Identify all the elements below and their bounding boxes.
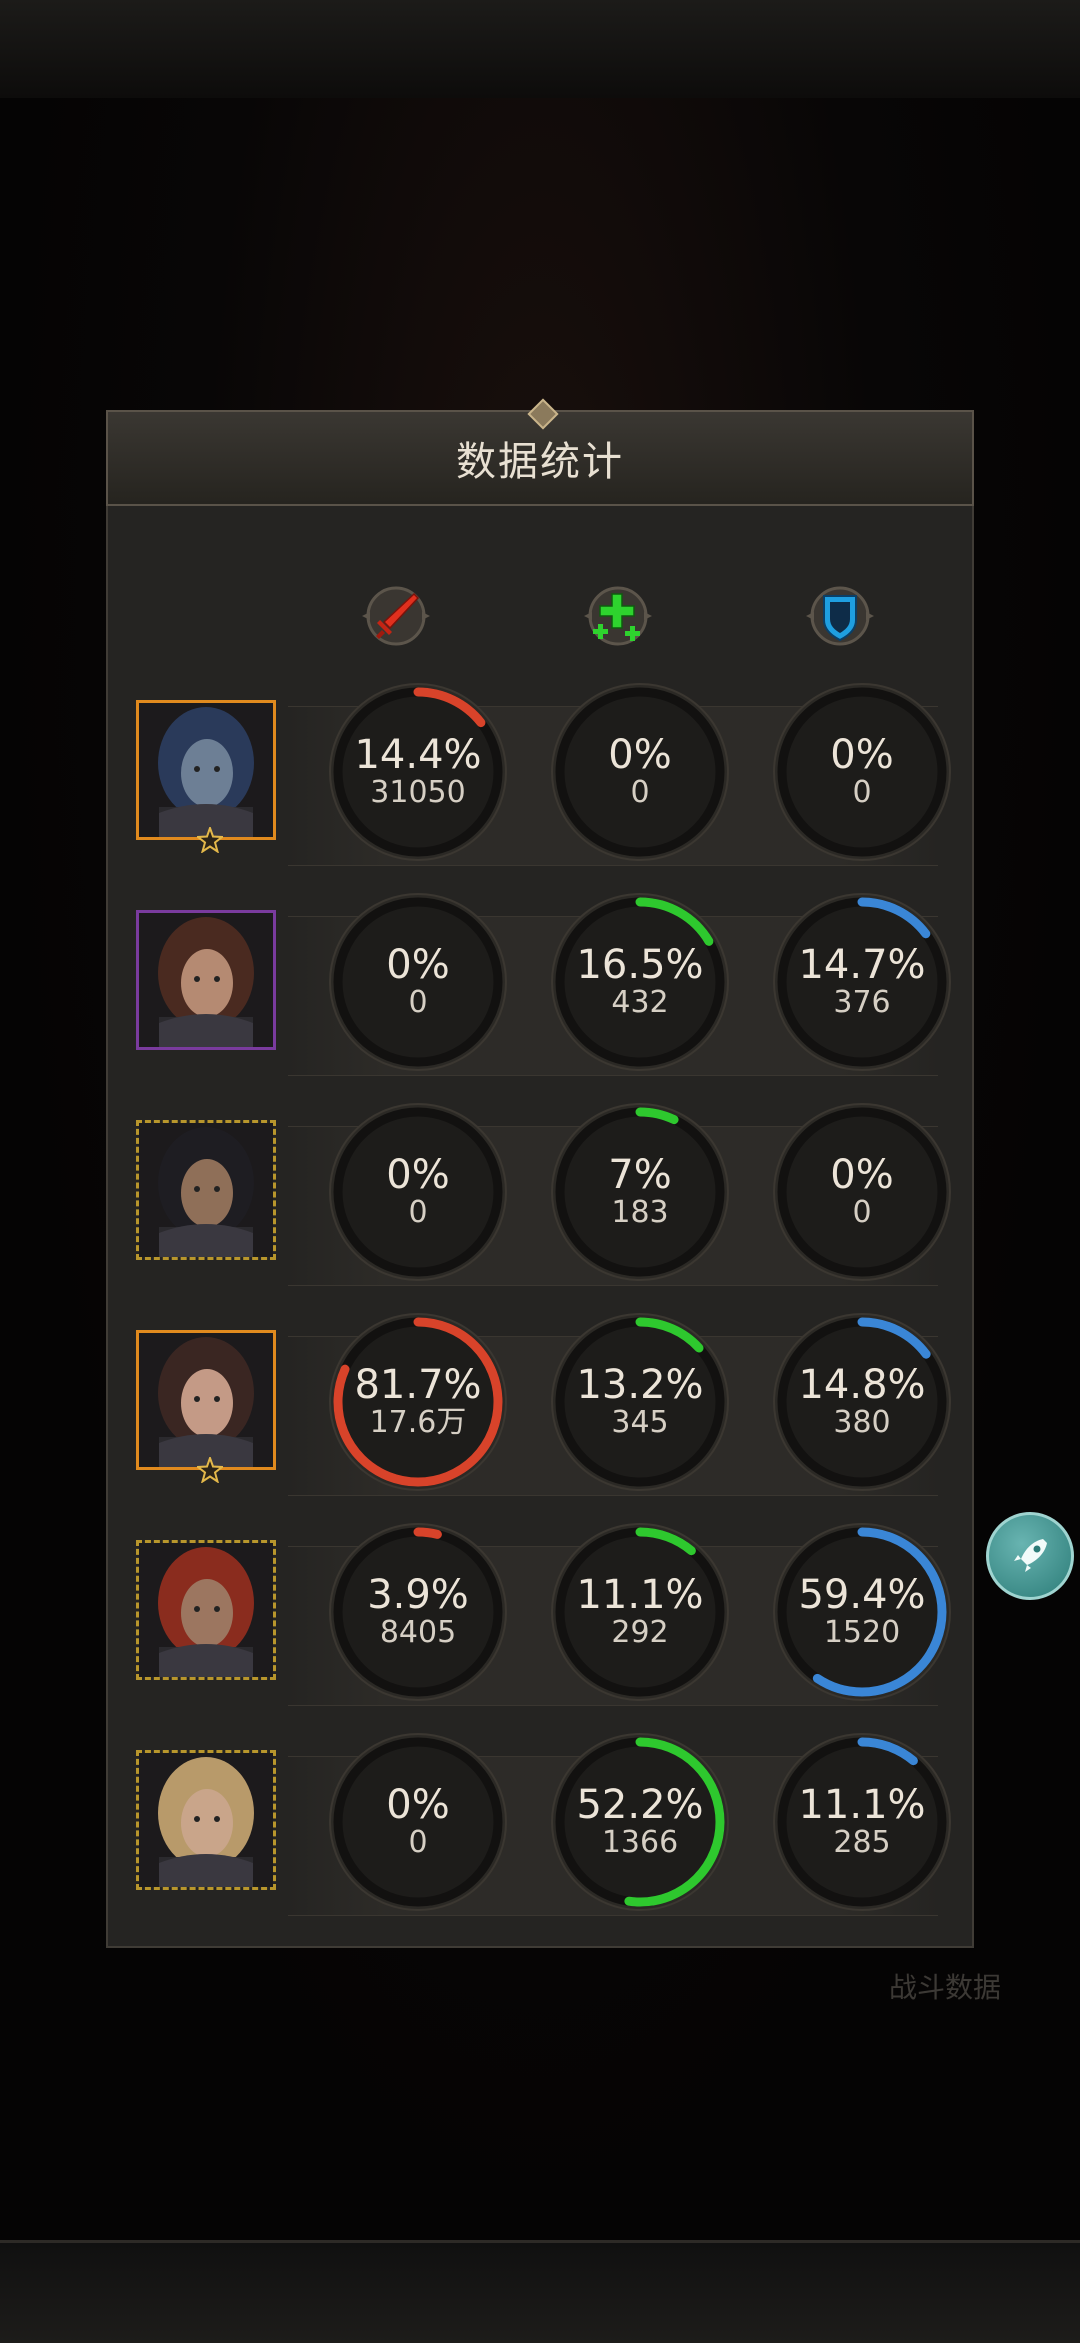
rocket-icon (1014, 1539, 1047, 1572)
stat-value: 0 (852, 775, 872, 810)
stat-value: 0 (852, 1195, 872, 1230)
stats-panel: 数据统计 14.4% 31050 0% 0 0% 0 0% 0 16.5% 43… (106, 398, 974, 1948)
stat-percent: 14.7% (798, 942, 926, 988)
hero-portrait[interactable] (136, 910, 276, 1050)
stat-percent: 0% (830, 732, 894, 778)
hero-row: 0% 0 7% 183 0% 0 (126, 1103, 956, 1308)
stat-value: 1520 (823, 1615, 901, 1650)
tank-stat-ring: 0% 0 (772, 682, 952, 862)
star-icon (197, 1457, 223, 1483)
stat-value: 8405 (379, 1615, 457, 1650)
hero-portrait[interactable] (136, 700, 276, 853)
stat-percent: 11.1% (576, 1572, 704, 1618)
heal-stat-ring: 0% 0 (550, 682, 730, 862)
stat-percent: 0% (386, 942, 450, 988)
damage-stat-ring: 0% 0 (328, 1102, 508, 1282)
top-decorative-bar (0, 0, 1080, 101)
hero-portrait[interactable] (136, 1750, 276, 1890)
tank-stat-ring: 59.4% 1520 (772, 1522, 952, 1702)
stat-value: 0 (408, 1195, 428, 1230)
stat-value: 0 (408, 985, 428, 1020)
stat-percent: 0% (386, 1782, 450, 1828)
stat-percent: 59.4% (798, 1572, 926, 1618)
damage-column-header (356, 576, 436, 656)
stat-percent: 0% (386, 1152, 450, 1198)
stat-value: 376 (833, 985, 891, 1020)
heal-stat-ring: 52.2% 1366 (550, 1732, 730, 1912)
star-icon (197, 827, 223, 853)
damage-stat-ring: 14.4% 31050 (328, 682, 508, 862)
stat-value: 183 (611, 1195, 669, 1230)
tank-stat-ring: 14.7% 376 (772, 892, 952, 1072)
damage-stat-ring: 0% 0 (328, 1732, 508, 1912)
stat-percent: 81.7% (354, 1362, 482, 1408)
stat-percent: 7% (608, 1152, 672, 1198)
stat-value: 345 (611, 1405, 669, 1440)
stat-value: 292 (611, 1615, 669, 1650)
hero-portrait[interactable] (136, 1120, 276, 1260)
hero-portrait[interactable] (136, 1330, 276, 1483)
hero-row: 0% 0 52.2% 1366 11.1% 285 (126, 1733, 956, 1938)
heal-stat-ring: 11.1% 292 (550, 1522, 730, 1702)
heal-stat-ring: 16.5% 432 (550, 892, 730, 1072)
stat-value: 380 (833, 1405, 891, 1440)
hero-row: 3.9% 8405 11.1% 292 59.4% 1520 (126, 1523, 956, 1728)
hero-portrait[interactable] (136, 1540, 276, 1680)
stat-percent: 52.2% (576, 1782, 704, 1828)
stat-percent: 3.9% (367, 1572, 469, 1618)
hero-row: 14.4% 31050 0% 0 0% 0 (126, 683, 956, 888)
heal-stat-ring: 13.2% 345 (550, 1312, 730, 1492)
stat-value: 0 (630, 775, 650, 810)
tank-stat-ring: 14.8% 380 (772, 1312, 952, 1492)
stat-value: 285 (833, 1825, 891, 1860)
rocket-button[interactable] (986, 1512, 1074, 1600)
stat-value: 1366 (601, 1825, 679, 1860)
damage-stat-ring: 0% 0 (328, 892, 508, 1072)
tank-column-header (800, 576, 880, 656)
shield-icon (823, 595, 857, 642)
stat-value: 17.6万 (369, 1405, 467, 1440)
tank-stat-ring: 0% 0 (772, 1102, 952, 1282)
stat-percent: 14.8% (798, 1362, 926, 1408)
hero-row: 81.7% 17.6万 13.2% 345 14.8% 380 (126, 1313, 956, 1518)
stat-value: 31050 (370, 775, 466, 810)
heal-stat-ring: 7% 183 (550, 1102, 730, 1282)
stat-value: 0 (408, 1825, 428, 1860)
panel-header: 数据统计 (106, 398, 974, 506)
hero-row: 0% 0 16.5% 432 14.7% 376 (126, 893, 956, 1098)
stat-percent: 0% (830, 1152, 894, 1198)
stat-percent: 14.4% (354, 732, 482, 778)
sword-icon (376, 592, 420, 639)
heal-plus-icon (593, 593, 640, 641)
panel-title: 数据统计 (456, 439, 624, 485)
stat-percent: 13.2% (576, 1362, 704, 1408)
stat-percent: 16.5% (576, 942, 704, 988)
damage-stat-ring: 3.9% 8405 (328, 1522, 508, 1702)
damage-stat-ring: 81.7% 17.6万 (328, 1312, 508, 1492)
stat-value: 432 (611, 985, 669, 1020)
tank-stat-ring: 11.1% 285 (772, 1732, 952, 1912)
battle-data-label[interactable]: 战斗数据 (880, 1966, 1010, 2006)
stat-percent: 0% (608, 732, 672, 778)
bottom-decorative-bar (0, 2240, 1080, 2343)
stat-percent: 11.1% (798, 1782, 926, 1828)
heal-column-header (578, 576, 658, 656)
